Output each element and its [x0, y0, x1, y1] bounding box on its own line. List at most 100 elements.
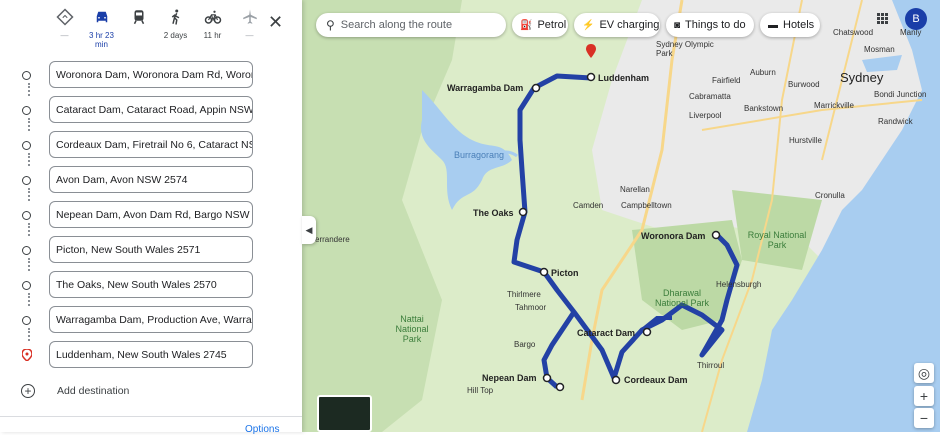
- stop-row: Avon Dam, Avon NSW 2574: [0, 164, 302, 201]
- my-location-button[interactable]: ◎: [914, 363, 934, 383]
- chip-label: Hotels: [783, 19, 815, 31]
- map-label-place: Auburn: [750, 68, 776, 77]
- fuel-pump-icon: ⛽: [520, 19, 533, 31]
- map-label-place: Fairfield: [712, 76, 741, 85]
- stop-circle-icon: [22, 246, 31, 255]
- diamond-icon: [55, 8, 74, 26]
- search-icon: ⚲: [326, 18, 335, 32]
- chip-label: Things to do: [685, 19, 746, 31]
- map-label-stop[interactable]: Luddenham: [598, 73, 649, 83]
- location-icon: ◎: [917, 365, 931, 381]
- mode-cycle[interactable]: 11 hr: [194, 8, 231, 54]
- walk-icon: [171, 9, 179, 25]
- mode-best[interactable]: —: [46, 8, 83, 54]
- map-label-place: Randwick: [878, 117, 913, 126]
- stop-input[interactable]: The Oaks, New South Wales 2570: [49, 271, 253, 298]
- destination-pin-icon: [22, 349, 32, 361]
- stop-input[interactable]: Luddenham, New South Wales 2745: [49, 341, 253, 368]
- stop-row: Luddenham, New South Wales 2745: [0, 339, 302, 373]
- bed-icon: ▬: [768, 19, 778, 31]
- stop-input[interactable]: Cordeaux Dam, Firetrail No 6, Cataract N…: [49, 131, 253, 158]
- map-label-place: Mosman: [864, 45, 895, 54]
- search-along-route-input[interactable]: ⚲ Search along the route: [316, 13, 506, 37]
- stop-circle-icon: [22, 176, 31, 185]
- travel-modes: — 3 hr 23 min 2 days 11 hr —: [46, 8, 268, 54]
- map-label-stop[interactable]: Picton: [551, 268, 579, 278]
- map-label-place: Chatswood: [833, 28, 874, 37]
- stop-input[interactable]: Warragamba Dam, Production Ave, Warrag: [49, 306, 253, 333]
- chip-label: EV charging: [599, 19, 660, 31]
- account-avatar[interactable]: B: [905, 8, 927, 30]
- map-label-place: Campbelltown: [621, 201, 672, 210]
- chip-label: Petrol: [537, 19, 567, 31]
- stop-row: Cordeaux Dam, Firetrail No 6, Cataract N…: [0, 129, 302, 166]
- collapse-panel-button[interactable]: ◀: [302, 216, 316, 244]
- map-label-park: Royal National Park: [747, 230, 807, 250]
- mode-walk-label: 2 days: [163, 31, 188, 40]
- mode-cycle-label: 11 hr: [203, 31, 222, 40]
- map-label-place: Cabramatta: [689, 92, 731, 101]
- map-label-stop[interactable]: The Oaks: [473, 208, 514, 218]
- map-label-stop[interactable]: Warragamba Dam: [447, 83, 523, 93]
- stop-markers: [518, 44, 721, 392]
- map-label-place: Camden: [573, 201, 604, 210]
- map-label-place: Bankstown: [744, 104, 784, 113]
- stop-row: Woronora Dam, Woronora Dam Rd, Woronora: [0, 59, 302, 96]
- mode-transit[interactable]: [120, 8, 157, 54]
- map-label-place: Thirroul: [697, 361, 725, 370]
- chip-petrol[interactable]: ⛽ Petrol: [512, 13, 568, 37]
- directions-panel: — 3 hr 23 min 2 days 11 hr — ✕ Woronora …: [0, 0, 302, 435]
- stop-circle-icon: [22, 106, 31, 115]
- search-placeholder: Search along the route: [340, 19, 453, 31]
- map-label-place: Bargo: [514, 340, 536, 349]
- apps-grid-icon[interactable]: [877, 13, 889, 25]
- chip-things-to-do[interactable]: ◙ Things to do: [666, 13, 754, 37]
- stop-input[interactable]: Cataract Dam, Cataract Road, Appin NSW: [49, 96, 253, 123]
- map-label-place: Helensburgh: [716, 280, 762, 289]
- options-link[interactable]: Options: [245, 424, 279, 435]
- plus-circle-icon: +: [21, 384, 35, 398]
- stop-input[interactable]: Nepean Dam, Avon Dam Rd, Bargo NSW 2: [49, 201, 253, 228]
- map-label-place: Marrickville: [814, 101, 854, 110]
- add-destination-label: Add destination: [57, 385, 130, 397]
- map-label-sydney: Sydney: [840, 70, 884, 85]
- mode-walk[interactable]: 2 days: [157, 8, 194, 54]
- divider: [0, 416, 302, 417]
- stop-row: Cataract Dam, Cataract Road, Appin NSW: [0, 94, 302, 131]
- stop-row: Warragamba Dam, Production Ave, Warrag: [0, 304, 302, 341]
- stop-input[interactable]: Woronora Dam, Woronora Dam Rd, Woronora: [49, 61, 253, 88]
- stop-row: Picton, New South Wales 2571: [0, 234, 302, 271]
- train-icon: [133, 10, 144, 25]
- map-label-place: Thirlmere: [507, 290, 541, 299]
- stop-circle-icon: [22, 211, 31, 220]
- mode-drive[interactable]: 3 hr 23 min: [83, 8, 120, 54]
- stop-circle-icon: [22, 281, 31, 290]
- map-label-place: Burwood: [788, 80, 820, 89]
- layers-thumbnail[interactable]: [317, 395, 372, 432]
- close-icon[interactable]: ✕: [268, 12, 283, 33]
- mode-flight[interactable]: —: [231, 8, 268, 54]
- map-label-place: errandere: [315, 235, 350, 244]
- stop-circle-icon: [22, 71, 31, 80]
- map-label-stop[interactable]: Cataract Dam: [577, 328, 635, 338]
- chip-ev-charging[interactable]: ⚡ EV charging: [574, 13, 660, 37]
- stop-row: The Oaks, New South Wales 2570: [0, 269, 302, 306]
- map-label-place: Narellan: [620, 185, 650, 194]
- map-label-stop[interactable]: Nepean Dam: [482, 373, 537, 383]
- plus-icon: +: [919, 388, 929, 404]
- chip-hotels[interactable]: ▬ Hotels: [760, 13, 820, 37]
- zoom-out-button[interactable]: −: [914, 408, 934, 428]
- bicycle-icon: [204, 10, 221, 24]
- stop-input[interactable]: Avon Dam, Avon NSW 2574: [49, 166, 253, 193]
- stop-input[interactable]: Picton, New South Wales 2571: [49, 236, 253, 263]
- map-label-place: Hurstville: [789, 136, 822, 145]
- map-canvas[interactable]: Sydney Luddenham Warragamba Dam The Oaks…: [302, 0, 940, 432]
- add-destination-button[interactable]: + Add destination: [21, 381, 221, 401]
- map-label-stop[interactable]: Woronora Dam: [641, 231, 705, 241]
- mode-drive-label: 3 hr 23 min: [89, 31, 114, 49]
- stop-row: Nepean Dam, Avon Dam Rd, Bargo NSW 2: [0, 199, 302, 236]
- map-label-stop[interactable]: Cordeaux Dam: [624, 375, 688, 385]
- minus-icon: −: [919, 410, 929, 426]
- mode-best-label: —: [60, 31, 69, 40]
- zoom-in-button[interactable]: +: [914, 386, 934, 406]
